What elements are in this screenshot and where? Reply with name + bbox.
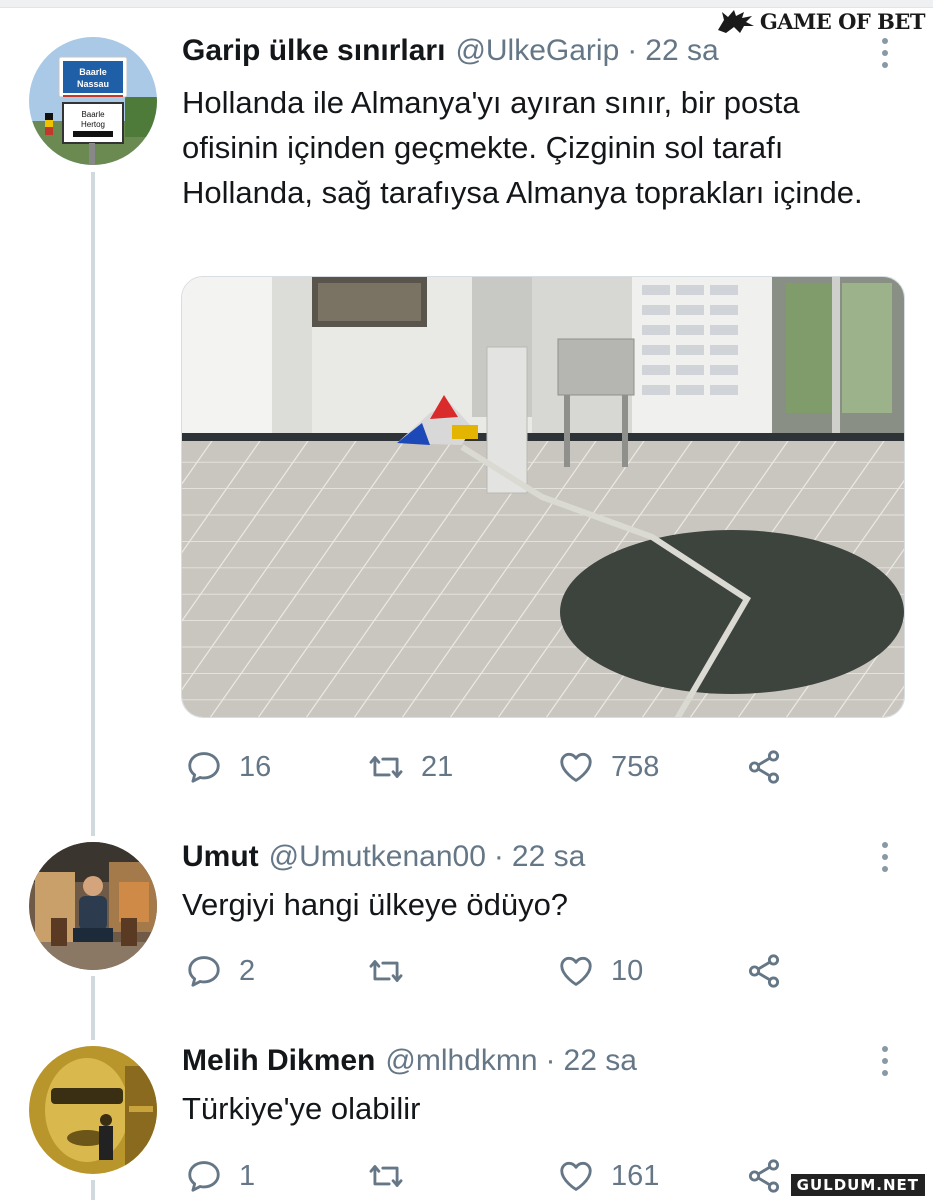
- avatar[interactable]: [29, 1046, 157, 1174]
- like-icon: [560, 956, 592, 986]
- thread-line: [91, 1180, 95, 1200]
- retweet-icon: [369, 1165, 403, 1187]
- reply-count: 2: [239, 954, 256, 987]
- separator-dot: ·: [545, 1044, 556, 1077]
- like-count: 758: [611, 750, 660, 783]
- user-handle[interactable]: @mlhdkmn: [385, 1044, 537, 1078]
- share-icon: [748, 954, 780, 988]
- tweet-header: Melih Dikmen @mlhdkmn · 22 sa: [182, 1044, 637, 1078]
- svg-text:Nassau: Nassau: [77, 79, 109, 89]
- more-options-icon[interactable]: [875, 1046, 895, 1076]
- tweet-header: Garip ülke sınırları @UlkeGarip · 22 sa: [182, 34, 719, 68]
- tweet-header: Umut @Umutkenan00 · 22 sa: [182, 840, 585, 874]
- retweet-count: 21: [421, 750, 454, 783]
- like-icon: [560, 752, 592, 782]
- like-button[interactable]: 10: [557, 952, 643, 990]
- reply-icon: [188, 1161, 220, 1192]
- like-icon: [560, 1161, 592, 1191]
- tweet-text: Hollanda ile Almanya'yı ayıran sınır, bi…: [182, 85, 863, 210]
- svg-text:Hertog: Hertog: [81, 120, 105, 129]
- share-button[interactable]: [745, 1157, 783, 1195]
- tweet-text: Vergiyi hangi ülkeye ödüyo?: [182, 887, 569, 922]
- more-options-icon[interactable]: [875, 38, 895, 68]
- share-icon: [748, 1159, 780, 1193]
- retweet-button[interactable]: [367, 1157, 421, 1195]
- timestamp[interactable]: 22 sa: [564, 1044, 637, 1078]
- tweet-actions: 1 161: [185, 1157, 795, 1197]
- retweet-icon: [369, 960, 403, 982]
- thread-line: [91, 172, 95, 836]
- display-name[interactable]: Umut: [182, 840, 259, 874]
- retweet-button[interactable]: 21: [367, 748, 453, 786]
- tweet-text: Türkiye'ye olabilir: [182, 1091, 421, 1126]
- reply-button[interactable]: 16: [185, 748, 271, 786]
- like-button[interactable]: 161: [557, 1157, 659, 1195]
- display-name[interactable]: Garip ülke sınırları: [182, 34, 445, 68]
- timestamp[interactable]: 22 sa: [512, 840, 585, 874]
- share-button[interactable]: [745, 952, 783, 990]
- share-button[interactable]: [745, 748, 783, 786]
- like-count: 10: [611, 954, 644, 987]
- reply-button[interactable]: 1: [185, 1157, 255, 1195]
- tweet-actions: 2 10: [185, 952, 795, 992]
- gameofbet-watermark: GAME OF BET: [716, 6, 926, 36]
- like-button[interactable]: 758: [557, 748, 659, 786]
- separator-dot: ·: [627, 34, 638, 67]
- avatar[interactable]: Baarle Nassau Baarle Hertog: [29, 37, 157, 165]
- reply-icon: [188, 752, 220, 783]
- timestamp[interactable]: 22 sa: [645, 34, 718, 68]
- retweet-icon: [369, 756, 403, 778]
- wolf-logo-icon: [717, 10, 754, 33]
- sign-text-bottom: Baarle: [81, 110, 105, 119]
- user-handle[interactable]: @UlkeGarip: [455, 34, 619, 68]
- tweet-actions: 16 21 758: [185, 748, 795, 788]
- reply-button[interactable]: 2: [185, 952, 255, 990]
- display-name[interactable]: Melih Dikmen: [182, 1044, 375, 1078]
- like-count: 161: [611, 1159, 660, 1192]
- avatar[interactable]: [29, 842, 157, 970]
- sign-text-top: Baarle: [79, 67, 107, 77]
- gameofbet-text: GAME OF BET: [759, 8, 926, 34]
- guldum-watermark: GULDUM.NET: [790, 1174, 925, 1196]
- reply-count: 1: [239, 1159, 256, 1192]
- more-options-icon[interactable]: [875, 842, 895, 872]
- thread-line: [91, 976, 95, 1040]
- reply-icon: [188, 956, 220, 987]
- retweet-button[interactable]: [367, 952, 421, 990]
- user-handle[interactable]: @Umutkenan00: [269, 840, 486, 874]
- separator-dot: ·: [493, 840, 504, 873]
- reply-count: 16: [239, 750, 272, 783]
- share-icon: [748, 750, 780, 784]
- tweet-photo[interactable]: [181, 276, 905, 718]
